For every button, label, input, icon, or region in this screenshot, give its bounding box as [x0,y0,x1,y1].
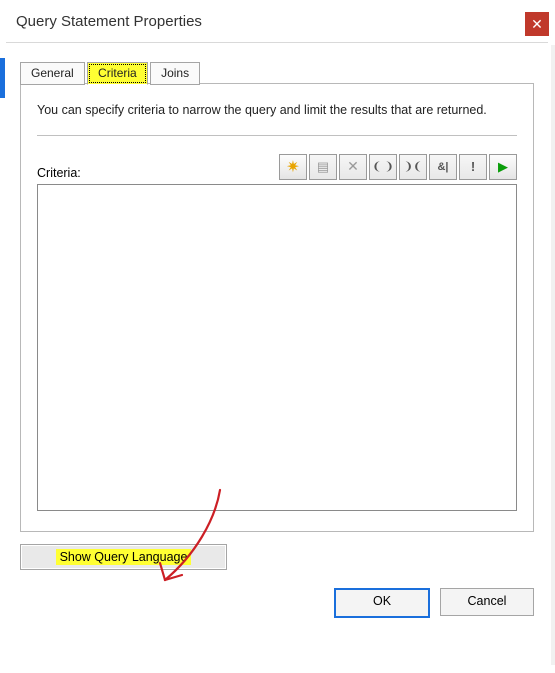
title-bar: Query Statement Properties ✕ [6,0,548,43]
not-icon: ! [471,159,475,174]
criteria-label: Criteria: [37,166,81,180]
show-query-language-label: Show Query Language [56,549,192,565]
and-or-button[interactable]: &| [429,154,457,180]
tab-body-criteria: You can specify criteria to narrow the q… [20,83,534,532]
close-button[interactable]: ✕ [525,12,549,36]
dialog-title: Query Statement Properties [6,13,202,30]
ungroup-button[interactable]: ❩❨ [399,154,427,180]
run-button[interactable]: ▶ [489,154,517,180]
delete-icon: ✕ [347,158,359,175]
group-icon: ❨ ❩ [372,160,394,173]
not-button[interactable]: ! [459,154,487,180]
criteria-toolbar: ✷ ▤ ✕ ❨ ❩ ❩❨ &| ! [279,154,517,180]
ok-button[interactable]: OK [334,588,430,618]
tab-strip: General Criteria Joins [20,61,548,83]
close-icon: ✕ [531,16,543,33]
new-criterion-button[interactable]: ✷ [279,154,307,180]
query-statement-properties-dialog: Query Statement Properties ✕ General Cri… [6,0,548,618]
tab-criteria[interactable]: Criteria [87,62,148,85]
delete-button[interactable]: ✕ [339,154,367,180]
play-icon: ▶ [498,159,508,175]
starburst-icon: ✷ [286,157,299,177]
properties-button[interactable]: ▤ [309,154,337,180]
and-or-icon: &| [437,161,448,173]
criteria-listbox[interactable] [37,184,517,511]
tab-general[interactable]: General [20,62,85,85]
tab-joins[interactable]: Joins [150,62,200,85]
cancel-button[interactable]: Cancel [440,588,534,616]
separator [37,135,517,136]
dialog-button-row: OK Cancel [6,588,548,618]
group-button[interactable]: ❨ ❩ [369,154,397,180]
properties-icon: ▤ [317,159,329,175]
ungroup-icon: ❩❨ [404,160,422,173]
criteria-explanation: You can specify criteria to narrow the q… [37,102,517,131]
show-query-language-button[interactable]: Show Query Language [20,544,227,570]
